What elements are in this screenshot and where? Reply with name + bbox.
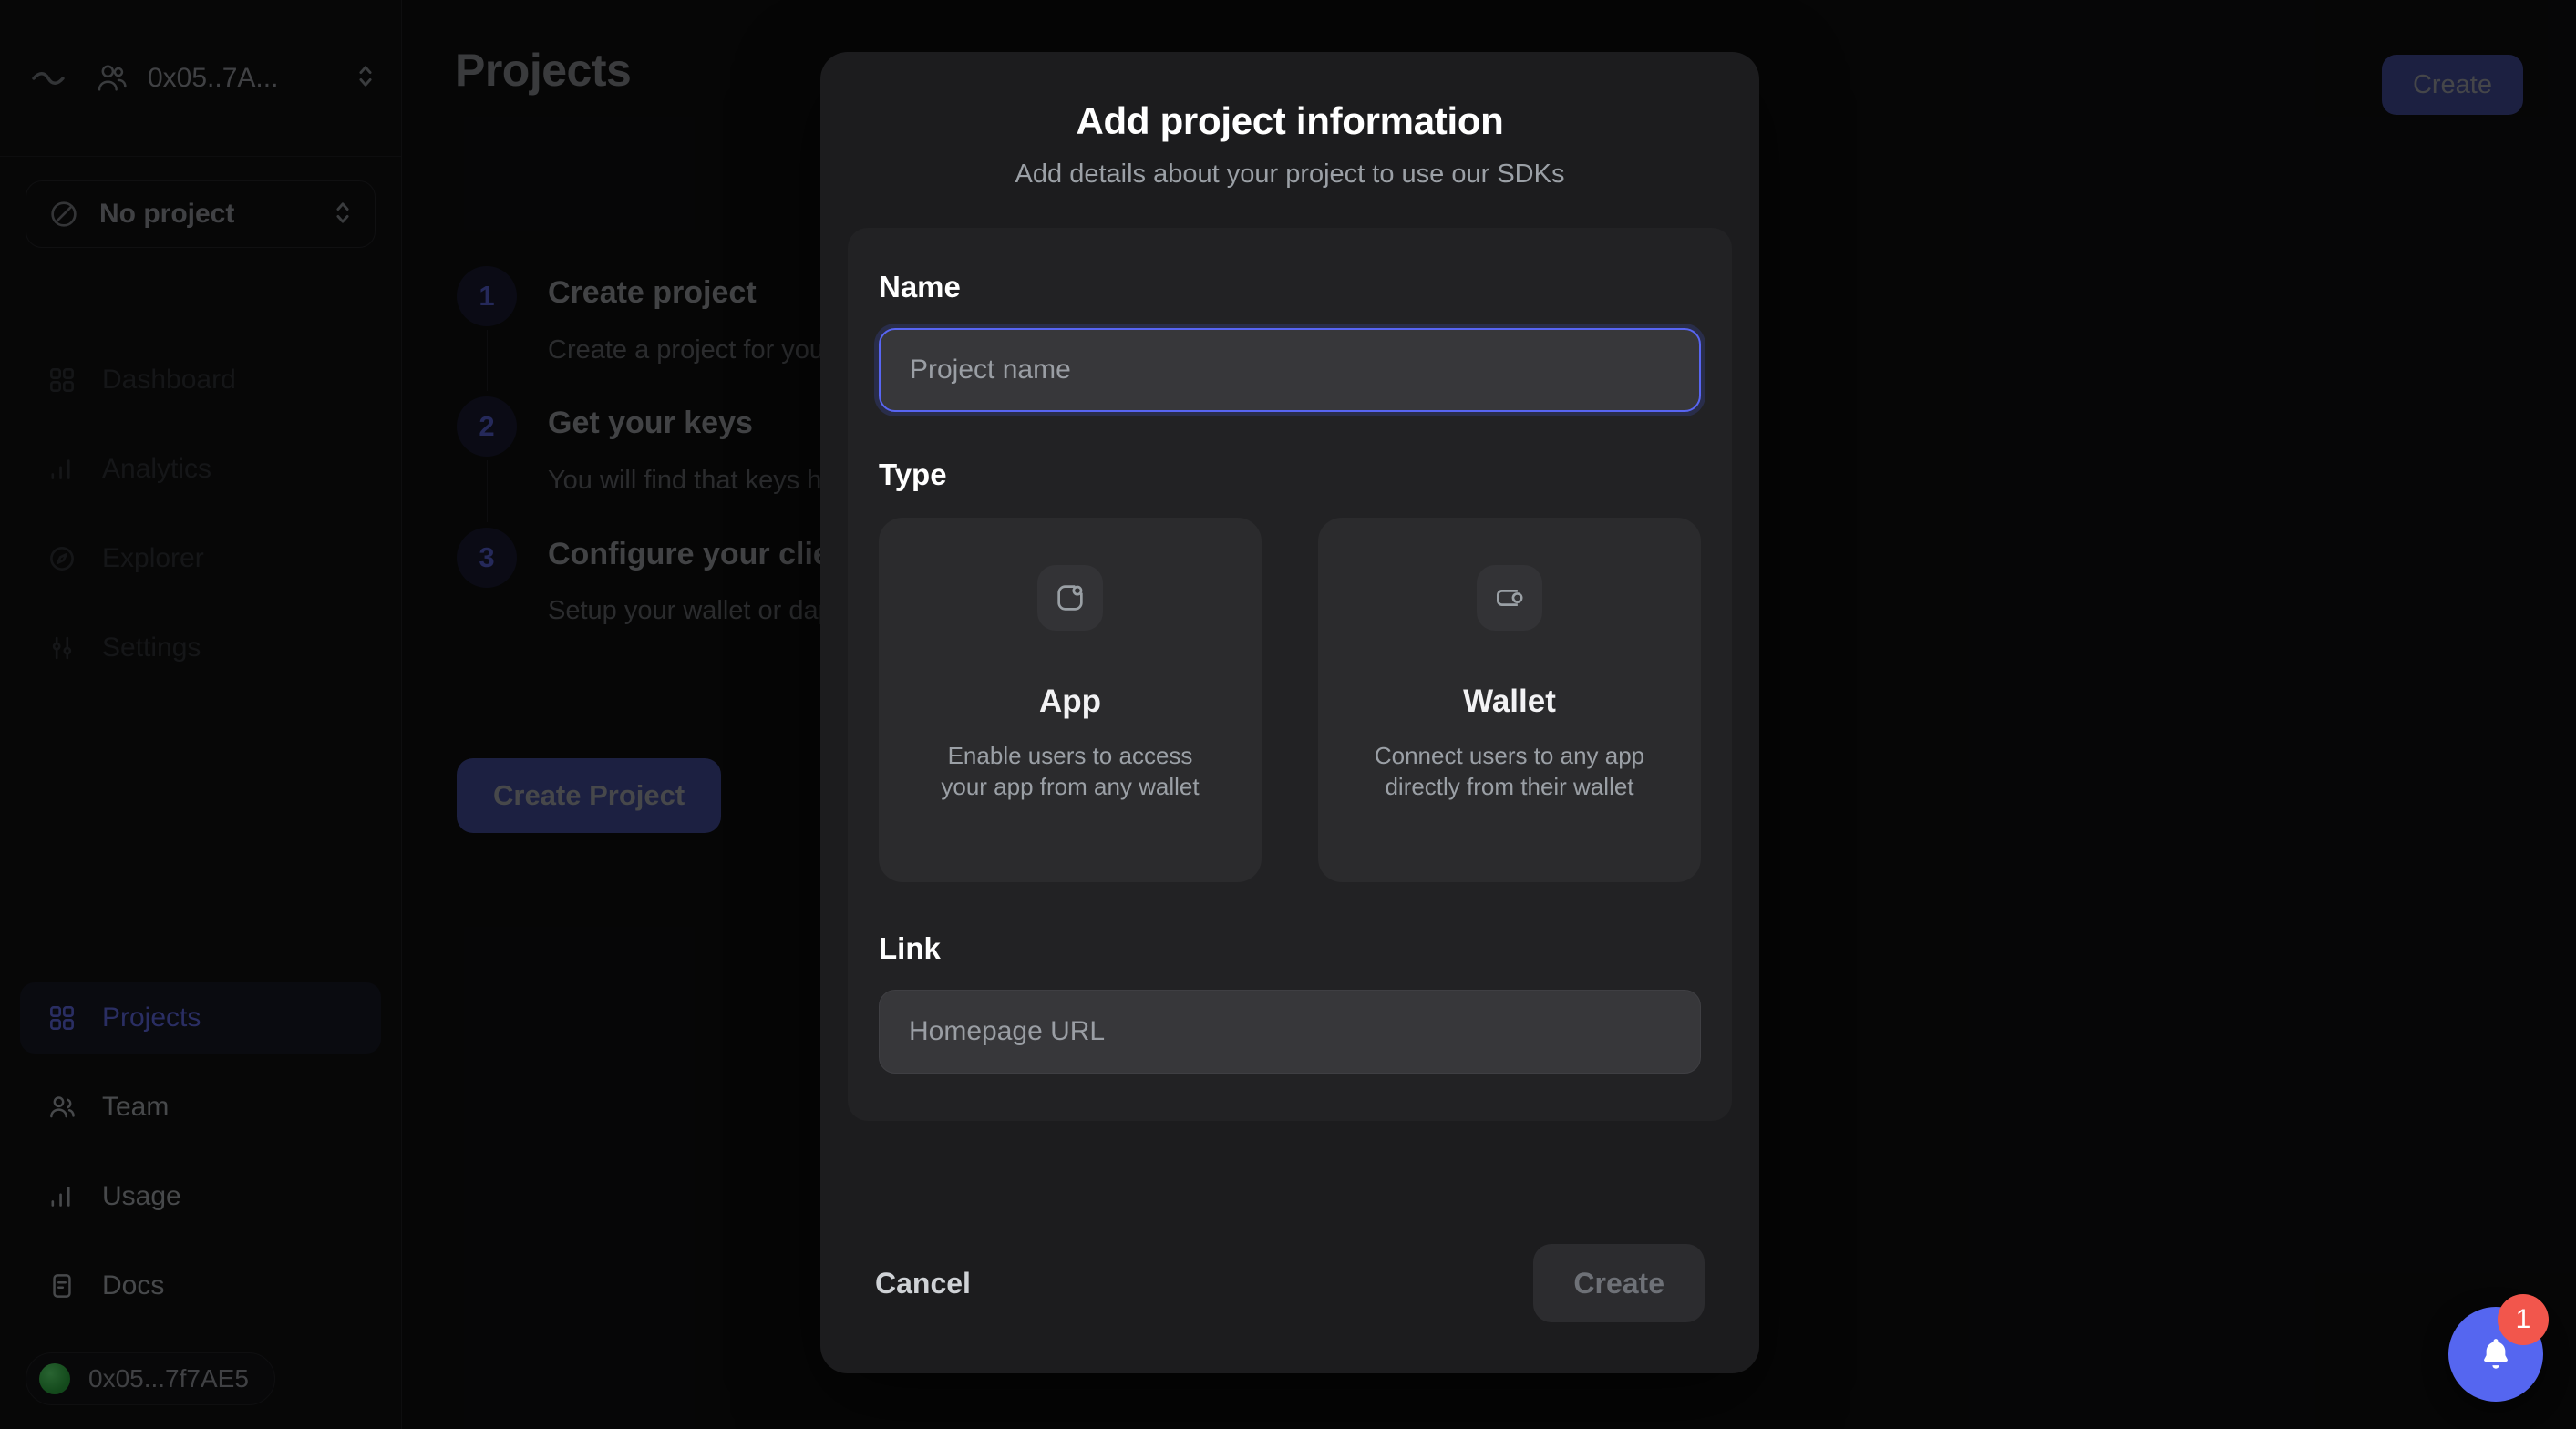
modal-subtitle: Add details about your project to use ou… (875, 159, 1705, 190)
modal-create-button[interactable]: Create (1533, 1244, 1705, 1322)
type-option-desc: Connect users to any app directly from t… (1373, 740, 1646, 803)
wallet-rect-circle-icon (1477, 565, 1542, 631)
cancel-button[interactable]: Cancel (875, 1258, 971, 1310)
link-field-label: Link (879, 931, 1701, 966)
type-option-name: App (1039, 684, 1101, 720)
modal-form-panel: Name Type App Enable users to acc (848, 228, 1732, 1121)
type-option-wallet[interactable]: Wallet Connect users to any app directly… (1318, 518, 1701, 882)
type-options: App Enable users to access your app from… (879, 518, 1701, 882)
modal-header: Add project information Add details abou… (820, 52, 1759, 217)
type-option-name: Wallet (1463, 684, 1556, 720)
project-name-input[interactable] (879, 328, 1701, 412)
add-project-modal: Add project information Add details abou… (820, 52, 1759, 1373)
type-option-desc: Enable users to access your app from any… (933, 740, 1207, 803)
app-root: 0x05..7A... No project (0, 0, 2576, 1429)
homepage-url-input[interactable] (879, 990, 1701, 1074)
modal-footer: Cancel Create (820, 1244, 1759, 1373)
name-field-label: Name (879, 270, 1701, 304)
app-square-dot-icon (1037, 565, 1103, 631)
type-option-app[interactable]: App Enable users to access your app from… (879, 518, 1262, 882)
modal-title: Add project information (875, 99, 1705, 143)
type-field-label: Type (879, 457, 1701, 492)
name-field-group: Name (879, 270, 1701, 412)
type-field-group: Type App Enable users to access your app… (879, 457, 1701, 882)
notifications-count-badge: 1 (2498, 1294, 2549, 1345)
link-field-group: Link (879, 931, 1701, 1074)
